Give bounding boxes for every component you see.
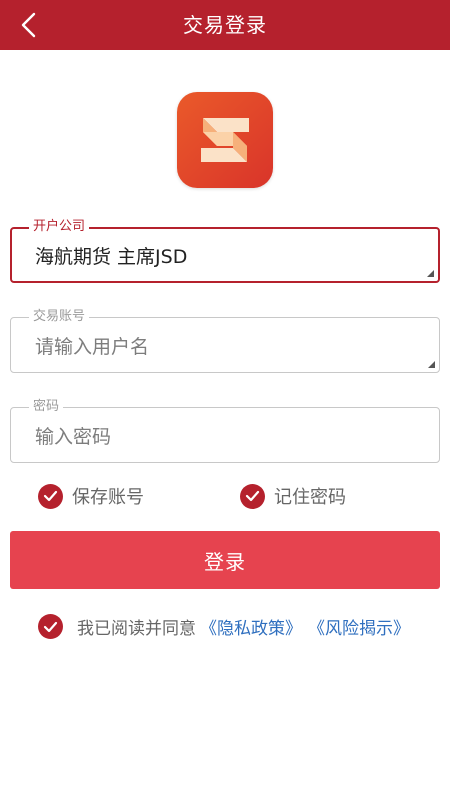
company-field[interactable]: 开户公司 海航期货 主席JSD <box>10 218 440 283</box>
privacy-policy-link[interactable]: 《隐私政策》 <box>200 614 302 639</box>
dropdown-corner-icon <box>428 361 435 368</box>
company-value: 海航期货 主席JSD <box>35 245 188 268</box>
account-field[interactable]: 交易账号 请输入用户名 <box>10 308 440 373</box>
risk-disclosure-link[interactable]: 《风险揭示》 <box>308 614 410 639</box>
page-title: 交易登录 <box>183 13 267 37</box>
dropdown-corner-icon <box>427 270 434 277</box>
top-bar: 交易登录 <box>0 0 450 50</box>
account-placeholder: 请输入用户名 <box>35 335 150 358</box>
app-logo-icon <box>201 118 249 162</box>
remember-password-checkbox[interactable]: 记住密码 <box>240 483 346 509</box>
account-value: 请输入用户名 <box>35 318 149 372</box>
remember-password-label: 记住密码 <box>274 487 346 508</box>
password-placeholder: 输入密码 <box>35 425 112 448</box>
password-value: 输入密码 <box>35 408 111 462</box>
app-logo <box>177 92 273 188</box>
agreement-text: 我已阅读并同意 <box>77 619 196 639</box>
save-account-label: 保存账号 <box>72 487 144 508</box>
check-icon <box>240 483 265 509</box>
password-field[interactable]: 密码 输入密码 <box>10 398 440 463</box>
login-button[interactable]: 登录 <box>10 531 440 589</box>
agreement-row: 我已阅读并同意 《隐私政策》 《风险揭示》 <box>38 614 410 639</box>
check-icon <box>38 483 63 509</box>
agreement-check-icon[interactable] <box>38 614 63 639</box>
save-account-checkbox[interactable]: 保存账号 <box>38 483 144 509</box>
